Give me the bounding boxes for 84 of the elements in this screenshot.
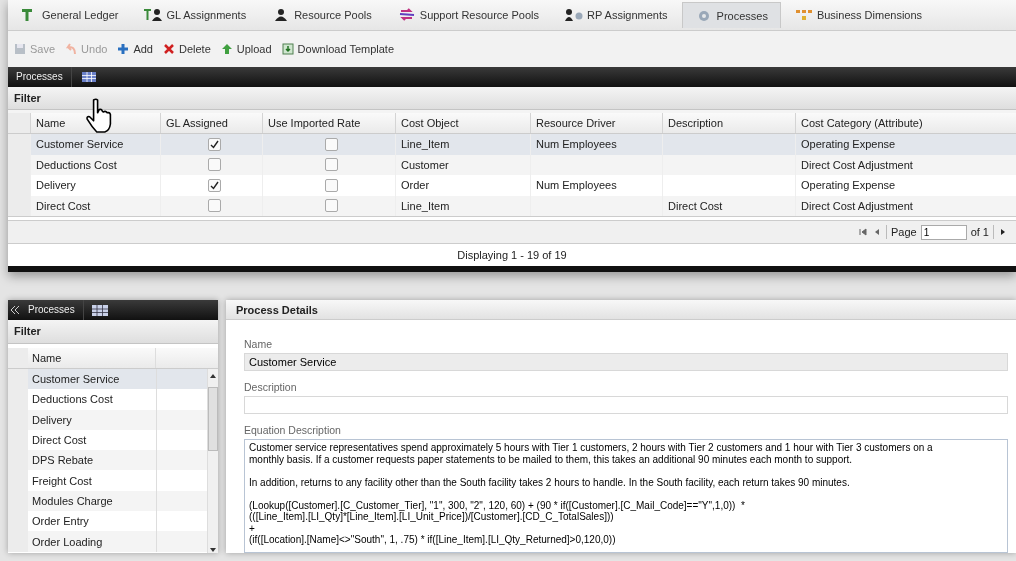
checkbox[interactable] (325, 137, 338, 151)
list-row[interactable]: DPS Rebate (8, 450, 207, 471)
first-page-icon[interactable] (857, 227, 868, 237)
checkbox[interactable] (207, 158, 221, 172)
scrollbar[interactable] (207, 369, 218, 553)
arrows-icon (397, 8, 416, 22)
table-cell: Direct Cost (36, 199, 91, 212)
up-arrow-icon (220, 43, 233, 55)
blocks-icon (794, 8, 813, 22)
table-row[interactable]: Deductions Cost Customer Direct Cost Adjustment (8, 154, 1016, 175)
checkbox[interactable] (325, 178, 338, 192)
checkbox[interactable] (325, 158, 338, 172)
checkbox[interactable] (325, 199, 338, 213)
grid-icon[interactable] (91, 304, 108, 316)
row-marker (8, 531, 28, 552)
toolbar-button[interactable]: Upload (216, 43, 276, 55)
table-cell: Delivery (36, 179, 76, 192)
undo-icon (65, 43, 78, 55)
tab[interactable]: GL Assignments (132, 2, 259, 28)
scroll-down-icon[interactable] (209, 547, 217, 553)
table-cell: Customer (401, 158, 449, 171)
column-header[interactable]: GL Assigned (160, 113, 262, 133)
table-cell: Line_Item (401, 199, 450, 212)
list-row[interactable]: Order Loading (8, 531, 207, 552)
status-text: Displaying 1 - 19 of 19 (457, 249, 567, 261)
list-row[interactable]: Freight Cost (8, 470, 207, 491)
table-cell: Line_Item (401, 138, 450, 151)
table-cell: Customer Service (36, 138, 124, 151)
column-header[interactable]: Resource Driver (530, 113, 662, 133)
list-row[interactable]: Deductions Cost (8, 389, 207, 410)
table-cell: Direct Cost Adjustment (801, 158, 913, 171)
column-header[interactable]: Cost Object (395, 113, 530, 133)
toolbar-button[interactable]: Delete (158, 43, 215, 55)
field-label: Equation Description (244, 424, 342, 436)
person-gear-icon (565, 8, 584, 22)
checkbox[interactable] (207, 178, 221, 192)
tee-person-icon (144, 8, 163, 22)
page-label: Page (890, 226, 917, 238)
panel-title: Process Details (236, 303, 318, 316)
table-cell: Operating Expense (801, 138, 896, 151)
tab[interactable]: Processes (681, 2, 781, 28)
page-input[interactable]: 1 (920, 224, 967, 240)
page-count: of 1 (970, 226, 989, 238)
tab[interactable]: Support Resource Pools (385, 2, 552, 28)
row-marker (8, 134, 30, 155)
checkbox[interactable] (207, 199, 221, 213)
table-row[interactable]: Customer Service Line_Item Num Employees Operating Expense (8, 134, 1016, 155)
table-cell: Direct Cost (668, 199, 723, 212)
list-row[interactable]: Modules Charge (8, 490, 207, 512)
column-header[interactable]: Description (662, 113, 795, 133)
scroll-up-icon[interactable] (209, 373, 217, 379)
download-icon (281, 43, 294, 55)
table-row[interactable]: Direct Cost Line_Item Direct Cost Direct Cost Adjustment (8, 195, 1016, 216)
table-cell: Num Employees (536, 179, 617, 192)
field-label: Name (244, 338, 273, 350)
input-field[interactable] (244, 396, 1008, 414)
tab[interactable]: General Ledger (8, 2, 131, 28)
filter-label: Filter (14, 325, 41, 338)
tab[interactable]: RP Assignments (553, 2, 680, 28)
table-cell: Num Employees (536, 138, 617, 151)
filter-label: Filter (14, 92, 41, 104)
checkbox[interactable] (207, 137, 221, 151)
row-marker (8, 369, 28, 390)
field-label: Description (244, 381, 298, 393)
column-header[interactable]: Cost Category (Attribute) (795, 113, 995, 133)
floppy-icon (14, 43, 26, 55)
tab[interactable]: Business Dimensions (782, 2, 935, 28)
column-header[interactable]: Name (28, 347, 157, 368)
text-area[interactable]: Customer service representatives spend approximately 5 hours with Tier 1 customers, 2 hours with Tier 2 customers and 1 hour with Tier 3 customers on a monthly basis. If a customer requests paper statements to be mailed to them, this takes an additional 90 minutes each month to support. In addition, returns to any facility other than the South facility takes 2 hours to handle. In the South facility, each return takes 90 minutes. (Lookup([Customer].[C_Customer_Tier], "1", 300, "2", 120, 60) + (90 * if([Customer].[C_Mail_Code]=="Y",1,0)) * (([Line_Item].[LI_Qty]*[Line_Item].[LI_Unit_Price])/[Customer].[CD_C_TotalSales])) + (if([Location].[Name]<>"South", 1, .75) * if([Line_Item].[LI_Qty_Returned]>0,120,0)) (244, 439, 1008, 553)
table-cell: Operating Expense (801, 179, 896, 192)
cross-icon (162, 43, 175, 55)
table-cell: Deductions Cost (36, 158, 117, 171)
collapse-icon[interactable] (10, 306, 20, 314)
list-row[interactable]: Delivery (8, 409, 207, 430)
toolbar-button[interactable]: Add (113, 43, 157, 55)
table-cell: Direct Cost Adjustment (801, 199, 913, 212)
table-cell: Order (401, 179, 430, 192)
row-marker (8, 195, 30, 216)
list-row[interactable]: Customer Service (8, 369, 207, 390)
toolbar-button[interactable]: Download Template (277, 43, 399, 55)
tab[interactable]: Resource Pools (260, 2, 384, 28)
table-row[interactable]: Delivery Order Num Employees Operating Expense (8, 175, 1016, 196)
plus-icon (117, 43, 130, 55)
column-header[interactable]: Use Imported Rate (262, 113, 395, 133)
